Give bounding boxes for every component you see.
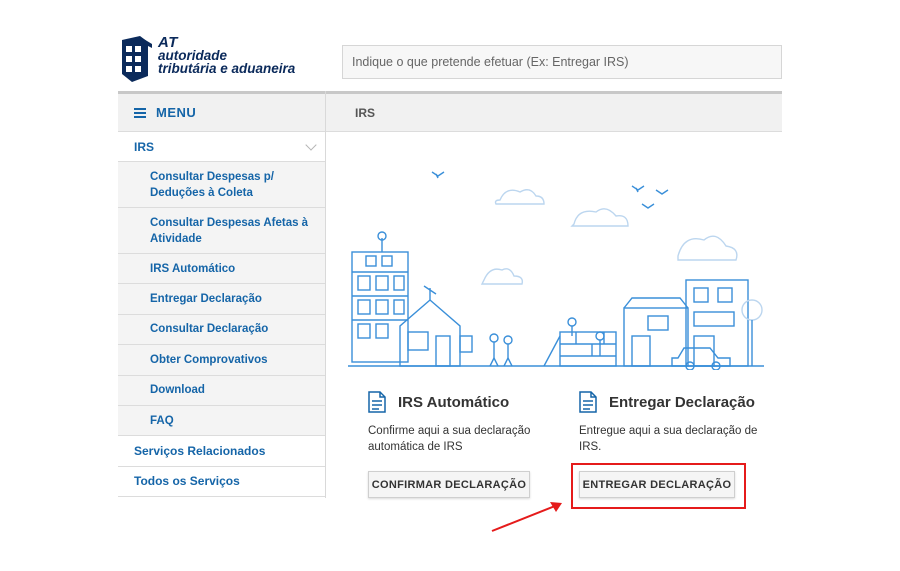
highlight-box [571,463,746,509]
document-icon [579,391,597,413]
sidebar-submenu: Consultar Despesas p/ Deduções à Coleta … [118,162,325,437]
breadcrumb: IRS [355,105,376,120]
sidebar-item-label: IRS [134,139,155,154]
confirmar-declaracao-button[interactable]: CONFIRMAR DECLARAÇÃO [368,471,530,498]
sidebar-subitem-irs-automatico[interactable]: IRS Automático [118,254,325,285]
document-icon [368,391,386,413]
sidebar-subitem-obter-comprovativos[interactable]: Obter Comprovativos [118,345,325,376]
sidebar-subitem-despesas-deducoes[interactable]: Consultar Despesas p/ Deduções à Coleta [118,162,325,208]
card-desc-line-2: IRS. [579,441,602,453]
card-title: IRS Automático [398,393,510,411]
breadcrumb-bar: IRS [326,91,782,132]
card-irs-automatico: IRS Automático Confirme aqui a sua decla… [368,391,568,455]
card-desc-line-2: automática de IRS [368,441,463,453]
card-head: IRS Automático [368,391,568,413]
red-arrow-icon [491,502,562,532]
card-title: Entregar Declaração [609,393,755,411]
card-description: Entregue aqui a sua declaração de IRS. [579,423,779,455]
card-head: Entregar Declaração [579,391,779,413]
logo-text: AT autoridade tributária e aduaneira [158,35,296,76]
search-input[interactable] [352,55,781,69]
sidebar-item-servicos-relacionados[interactable]: Serviços Relacionados [118,436,325,467]
menu-label: MENU [156,105,197,120]
hamburger-icon [134,107,146,118]
card-desc-line-1: Confirme aqui a sua declaração [368,425,531,437]
sidebar-item-todos-servicos[interactable]: Todos os Serviços [118,466,325,498]
menu-toggle[interactable]: MENU [118,91,325,132]
sidebar-subitem-despesas-atividade[interactable]: Consultar Despesas Afetas à Atividade [118,208,325,254]
at-logo-mark-icon [122,36,152,82]
sidebar-subitem-entregar-declaracao[interactable]: Entregar Declaração [118,284,325,315]
card-desc-line-1: Entregue aqui a sua declaração de [579,425,758,437]
card-entregar-declaracao: Entregar Declaração Entregue aqui a sua … [579,391,779,455]
sidebar-subitem-consultar-declaracao[interactable]: Consultar Declaração [118,315,325,346]
sidebar: MENU IRS Consultar Despesas p/ Deduções … [118,91,326,498]
at-logo[interactable]: AT autoridade tributária e aduaneira [118,35,308,86]
card-description: Confirme aqui a sua declaração automátic… [368,423,568,455]
chevron-down-icon [305,138,317,151]
sidebar-subitem-download[interactable]: Download [118,376,325,406]
sidebar-item-irs[interactable]: IRS [118,132,325,162]
search-box[interactable] [342,45,782,79]
city-illustration [348,171,764,370]
sidebar-subitem-faq[interactable]: FAQ [118,406,325,437]
logo-line-2: tributária e aduaneira [158,61,296,76]
